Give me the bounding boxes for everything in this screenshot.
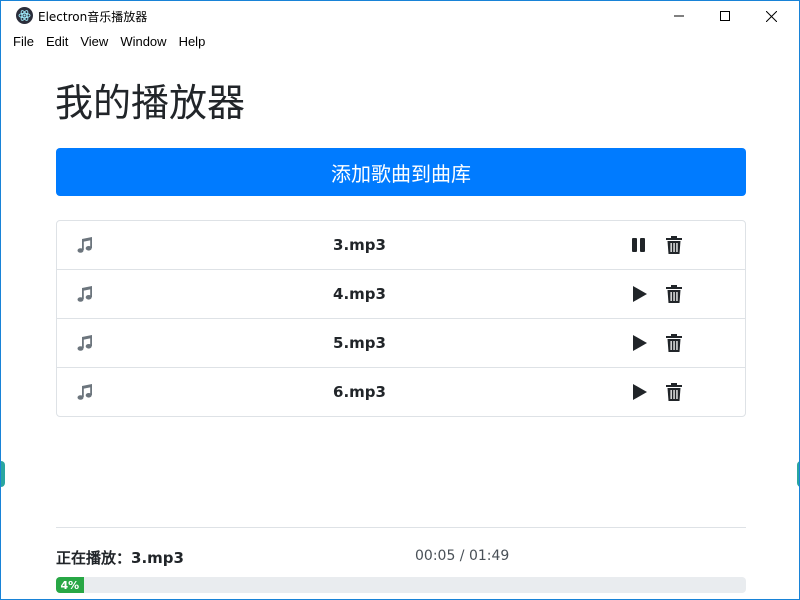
menu-window[interactable]: Window — [114, 31, 172, 53]
close-icon — [765, 10, 777, 22]
window-title: Electron音乐播放器 — [38, 10, 148, 24]
song-row: 6.mp3 — [57, 367, 745, 416]
minimize-icon — [674, 15, 684, 17]
music-note-icon — [77, 237, 92, 253]
song-name: 4.mp3 — [333, 285, 386, 303]
footer-divider — [56, 527, 746, 528]
page-title: 我的播放器 — [55, 81, 246, 125]
menu-bar: File Edit View Window Help — [1, 31, 799, 53]
music-note-icon — [77, 384, 92, 400]
menu-file[interactable]: File — [7, 31, 40, 53]
progress-label: 4% — [60, 578, 80, 592]
music-note-icon — [77, 286, 92, 302]
trash-icon[interactable] — [665, 333, 683, 353]
left-edge-handle — [1, 461, 5, 487]
trash-icon[interactable] — [665, 235, 683, 255]
add-song-button[interactable]: 添加歌曲到曲库 — [56, 148, 746, 196]
app-window: Electron音乐播放器 File Edit View Window Help… — [0, 0, 800, 600]
trash-icon[interactable] — [665, 284, 683, 304]
maximize-icon — [720, 11, 730, 21]
menu-help[interactable]: Help — [173, 31, 212, 53]
minimize-button[interactable] — [656, 1, 702, 31]
song-row: 5.mp3 — [57, 318, 745, 367]
play-icon[interactable] — [629, 284, 649, 304]
close-button[interactable] — [748, 1, 794, 31]
electron-icon — [16, 7, 33, 24]
song-name: 3.mp3 — [333, 236, 386, 254]
song-name: 5.mp3 — [333, 334, 386, 352]
trash-icon[interactable] — [665, 382, 683, 402]
song-list: 3.mp3 4.mp3 5.mp3 6.mp3 — [56, 220, 746, 417]
menu-edit[interactable]: Edit — [40, 31, 74, 53]
menu-view[interactable]: View — [74, 31, 114, 53]
pause-icon[interactable] — [629, 235, 649, 255]
play-icon[interactable] — [629, 382, 649, 402]
song-name: 6.mp3 — [333, 383, 386, 401]
playback-time: 00:05 / 01:49 — [415, 548, 510, 564]
progress-bar[interactable]: 4% — [56, 577, 746, 593]
song-row: 3.mp3 — [57, 221, 745, 269]
now-playing-label: 正在播放：3.mp3 — [56, 549, 184, 567]
maximize-button[interactable] — [702, 1, 748, 31]
music-note-icon — [77, 335, 92, 351]
title-bar[interactable]: Electron音乐播放器 — [1, 1, 799, 31]
main-content: 我的播放器 添加歌曲到曲库 3.mp3 4.mp3 5.mp3 6.mp3 正在… — [1, 53, 799, 599]
progress-fill: 4% — [56, 577, 84, 593]
play-icon[interactable] — [629, 333, 649, 353]
song-row: 4.mp3 — [57, 269, 745, 318]
